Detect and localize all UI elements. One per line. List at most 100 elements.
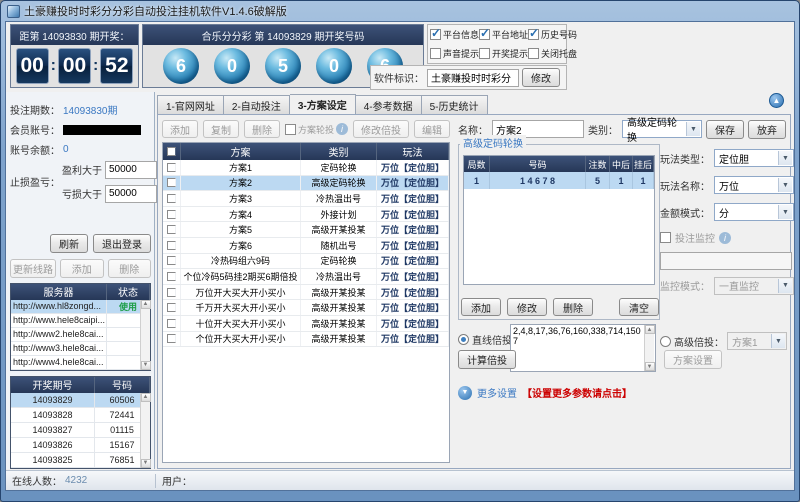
scrollbar[interactable]: ▲ ▼ xyxy=(140,393,150,468)
profit-input[interactable] xyxy=(105,161,157,179)
row-checkbox[interactable] xyxy=(167,225,176,234)
row-checkbox[interactable] xyxy=(167,241,176,250)
line-bet-radio[interactable] xyxy=(458,334,469,345)
plan-delete-button[interactable]: 删除 xyxy=(244,120,280,138)
tab-official-site[interactable]: 1-官网网址 xyxy=(157,95,224,115)
number-add-button[interactable]: 添加 xyxy=(461,298,501,316)
row-checkbox[interactable] xyxy=(167,163,176,172)
tab-auto-bet[interactable]: 2-自动投注 xyxy=(224,95,290,115)
scroll-down-icon[interactable]: ▼ xyxy=(141,361,151,370)
option-sound-alert[interactable]: 声音提示 xyxy=(430,47,479,60)
table-row[interactable]: http://www2.hele8cai... xyxy=(11,328,150,342)
more-settings-row[interactable]: ▼ 更多设置 【设置更多参数请点击】 xyxy=(458,385,632,400)
number-modify-button[interactable]: 修改 xyxy=(507,298,547,316)
scrollbar[interactable]: ▲ ▼ xyxy=(644,325,654,371)
add-line-button[interactable]: 添加 xyxy=(60,259,104,278)
checkbox[interactable] xyxy=(528,29,539,40)
table-row[interactable]: http://www.hele8caipi... xyxy=(11,314,150,328)
scrollbar[interactable]: ▲ ▼ xyxy=(140,300,150,370)
software-id-input[interactable] xyxy=(427,69,519,87)
checkbox[interactable] xyxy=(528,48,539,59)
tab-history-stats[interactable]: 5-历史统计 xyxy=(422,95,488,115)
table-row[interactable]: http://www3.hele8cai... xyxy=(11,342,150,356)
table-row[interactable]: 万位开大买大开小买小 高级开某投某 万位【定位胆】 xyxy=(163,285,449,301)
scroll-up-icon[interactable]: ▲ xyxy=(141,393,151,402)
plan-edit-button[interactable]: 编辑 xyxy=(414,120,450,138)
row-checkbox[interactable] xyxy=(167,319,176,328)
table-row[interactable]: 方案2 高级定码轮换 万位【定位胆】 xyxy=(163,176,449,192)
table-row[interactable]: http://www.hl8zongd... 使用 xyxy=(11,300,150,314)
table-row[interactable]: 冷热码组六9码 定码轮换 万位【定位胆】 xyxy=(163,254,449,270)
plan-copy-button[interactable]: 复制 xyxy=(203,120,239,138)
checkbox[interactable] xyxy=(430,48,441,59)
line-bet-textarea[interactable]: 2,4,8,17,36,76,160,338,714,1507 xyxy=(510,324,656,372)
loss-input[interactable] xyxy=(105,185,157,203)
play-type-select[interactable]: 定位胆 ▼ xyxy=(714,149,794,167)
logout-button[interactable]: 退出登录 xyxy=(93,234,151,253)
table-row[interactable]: 十位开大买大开小买小 高级开某投某 万位【定位胆】 xyxy=(163,316,449,332)
checkbox[interactable] xyxy=(479,48,490,59)
modify-button[interactable]: 修改 xyxy=(522,68,560,87)
calc-bet-button[interactable]: 计算倍投 xyxy=(458,350,516,369)
number-delete-button[interactable]: 删除 xyxy=(553,298,593,316)
delete-line-button[interactable]: 删除 xyxy=(108,259,152,278)
plan-rotate-option[interactable]: 方案轮投 xyxy=(285,123,348,136)
table-row[interactable]: 方案3 冷热温出号 万位【定位胆】 xyxy=(163,191,449,207)
tab-plan-settings[interactable]: 3-方案设定 xyxy=(290,94,356,115)
table-row[interactable]: 14093827 01115 xyxy=(11,423,150,438)
table-row[interactable]: 个位冷码5码挂2期买6期倍投 冷热温出号 万位【定位胆】 xyxy=(163,269,449,285)
discard-button[interactable]: 放弃 xyxy=(748,120,786,139)
plan-add-button[interactable]: 添加 xyxy=(162,120,198,138)
adv-bet-select[interactable]: 方案1 ▼ xyxy=(727,332,787,350)
table-row[interactable]: 方案4 外接计划 万位【定位胆】 xyxy=(163,207,449,223)
row-checkbox[interactable] xyxy=(167,210,176,219)
play-name-select[interactable]: 万位 ▼ xyxy=(714,176,794,194)
option-platform-address[interactable]: 平台地址 xyxy=(479,28,528,41)
row-checkbox[interactable] xyxy=(167,256,176,265)
table-row[interactable]: 14093828 72441 xyxy=(11,408,150,423)
table-row[interactable]: 方案5 高级开某投某 万位【定位胆】 xyxy=(163,222,449,238)
table-row[interactable]: 14093826 15167 xyxy=(11,438,150,453)
more-settings-label[interactable]: 更多设置 xyxy=(477,385,517,400)
monitor-checkbox[interactable] xyxy=(660,232,671,243)
option-platform-info[interactable]: 平台信息 xyxy=(430,28,479,41)
row-checkbox[interactable] xyxy=(167,194,176,203)
row-checkbox[interactable] xyxy=(167,288,176,297)
table-row[interactable]: 方案1 定码轮换 万位【定位胆】 xyxy=(163,160,449,176)
row-checkbox[interactable] xyxy=(167,303,176,312)
category-select[interactable]: 高级定码轮换 ▼ xyxy=(622,120,702,138)
checkbox[interactable] xyxy=(479,29,490,40)
adv-bet-radio[interactable] xyxy=(660,336,671,347)
table-row[interactable]: 个位开大买大开小买小 高级开某投某 万位【定位胆】 xyxy=(163,332,449,348)
table-row[interactable]: http://www4.hele8cai... xyxy=(11,356,150,370)
titlebar[interactable]: 土豪赚投时时彩分分彩自动投注挂机软件V1.4.6破解版 xyxy=(1,1,799,21)
scroll-up-icon[interactable]: ▲ xyxy=(645,325,655,334)
refresh-button[interactable]: 刷新 xyxy=(50,234,88,253)
table-row[interactable]: 14093829 60506 xyxy=(11,393,150,408)
checkbox[interactable] xyxy=(285,124,296,135)
clear-button[interactable]: 清空 xyxy=(619,298,659,316)
option-draw-alert[interactable]: 开奖提示 xyxy=(479,47,528,60)
table-row[interactable]: 14093825 76851 xyxy=(11,453,150,468)
save-button[interactable]: 保存 xyxy=(706,120,744,139)
table-row[interactable]: 方案6 随机出号 万位【定位胆】 xyxy=(163,238,449,254)
monitor-mode-select[interactable]: 一直监控 ▼ xyxy=(714,277,794,295)
monitor-input[interactable] xyxy=(660,252,792,270)
checkbox[interactable] xyxy=(430,29,441,40)
plan-settings-button[interactable]: 方案设置 xyxy=(664,350,722,369)
row-checkbox[interactable] xyxy=(167,334,176,343)
option-history-numbers[interactable]: 历史号码 xyxy=(528,28,577,41)
scroll-down-icon[interactable]: ▼ xyxy=(141,459,151,468)
tab-reference-data[interactable]: 4-参考数据 xyxy=(356,95,422,115)
update-lines-button[interactable]: 更新线路 xyxy=(10,259,56,278)
row-checkbox[interactable] xyxy=(167,272,176,281)
scroll-down-icon[interactable]: ▼ xyxy=(645,362,655,371)
more-settings-icon[interactable]: ▼ xyxy=(458,386,472,400)
select-all-checkbox[interactable] xyxy=(167,147,176,156)
table-row[interactable]: 千万开大买大开小买小 高级开某投某 万位【定位胆】 xyxy=(163,300,449,316)
amount-mode-select[interactable]: 分 ▼ xyxy=(714,203,794,221)
up-arrow-button[interactable]: ▲ xyxy=(769,93,784,108)
row-checkbox[interactable] xyxy=(167,178,176,187)
table-row[interactable]: 1 1 4 6 7 8 5 1 1 xyxy=(464,172,654,189)
option-close-tray[interactable]: 关闭托盘 xyxy=(528,47,577,60)
